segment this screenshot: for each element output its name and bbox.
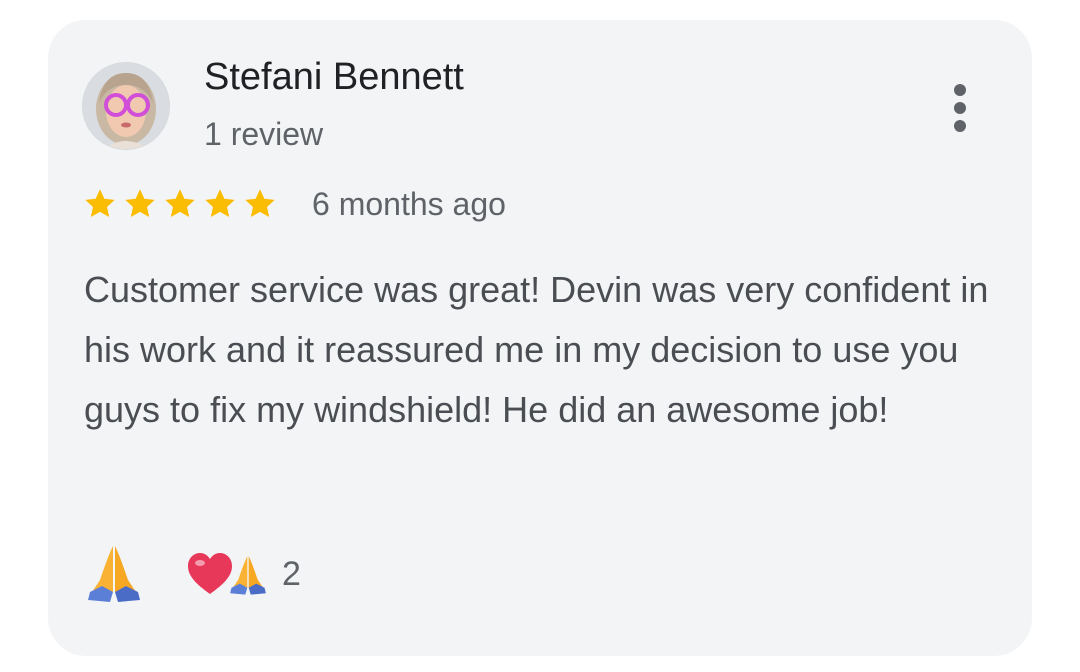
reviewer-review-count: 1 review: [204, 116, 324, 152]
star-icon: [125, 189, 155, 218]
star-icon: [85, 189, 115, 218]
more-options-button[interactable]: [936, 76, 984, 140]
reactions-summary[interactable]: 2: [186, 546, 301, 602]
review-time: 6 months ago: [312, 186, 506, 222]
review-text: Customer service was great! Devin was ve…: [84, 269, 989, 430]
reaction-count: 2: [282, 554, 301, 593]
folded-hands-icon: [230, 556, 266, 595]
reviewer-avatar[interactable]: [82, 62, 170, 150]
star-icon: [165, 189, 195, 218]
reviewer-name[interactable]: Stefani Bennett: [204, 56, 464, 99]
star-icon: [245, 189, 275, 218]
more-vert-icon: [954, 84, 966, 96]
star-rating: [82, 186, 278, 222]
star-icon: [205, 189, 235, 218]
review-card: Stefani Bennett 1 review 6 months ago Cu…: [48, 20, 1032, 656]
react-button[interactable]: [82, 540, 146, 604]
folded-hands-icon: [88, 546, 140, 602]
